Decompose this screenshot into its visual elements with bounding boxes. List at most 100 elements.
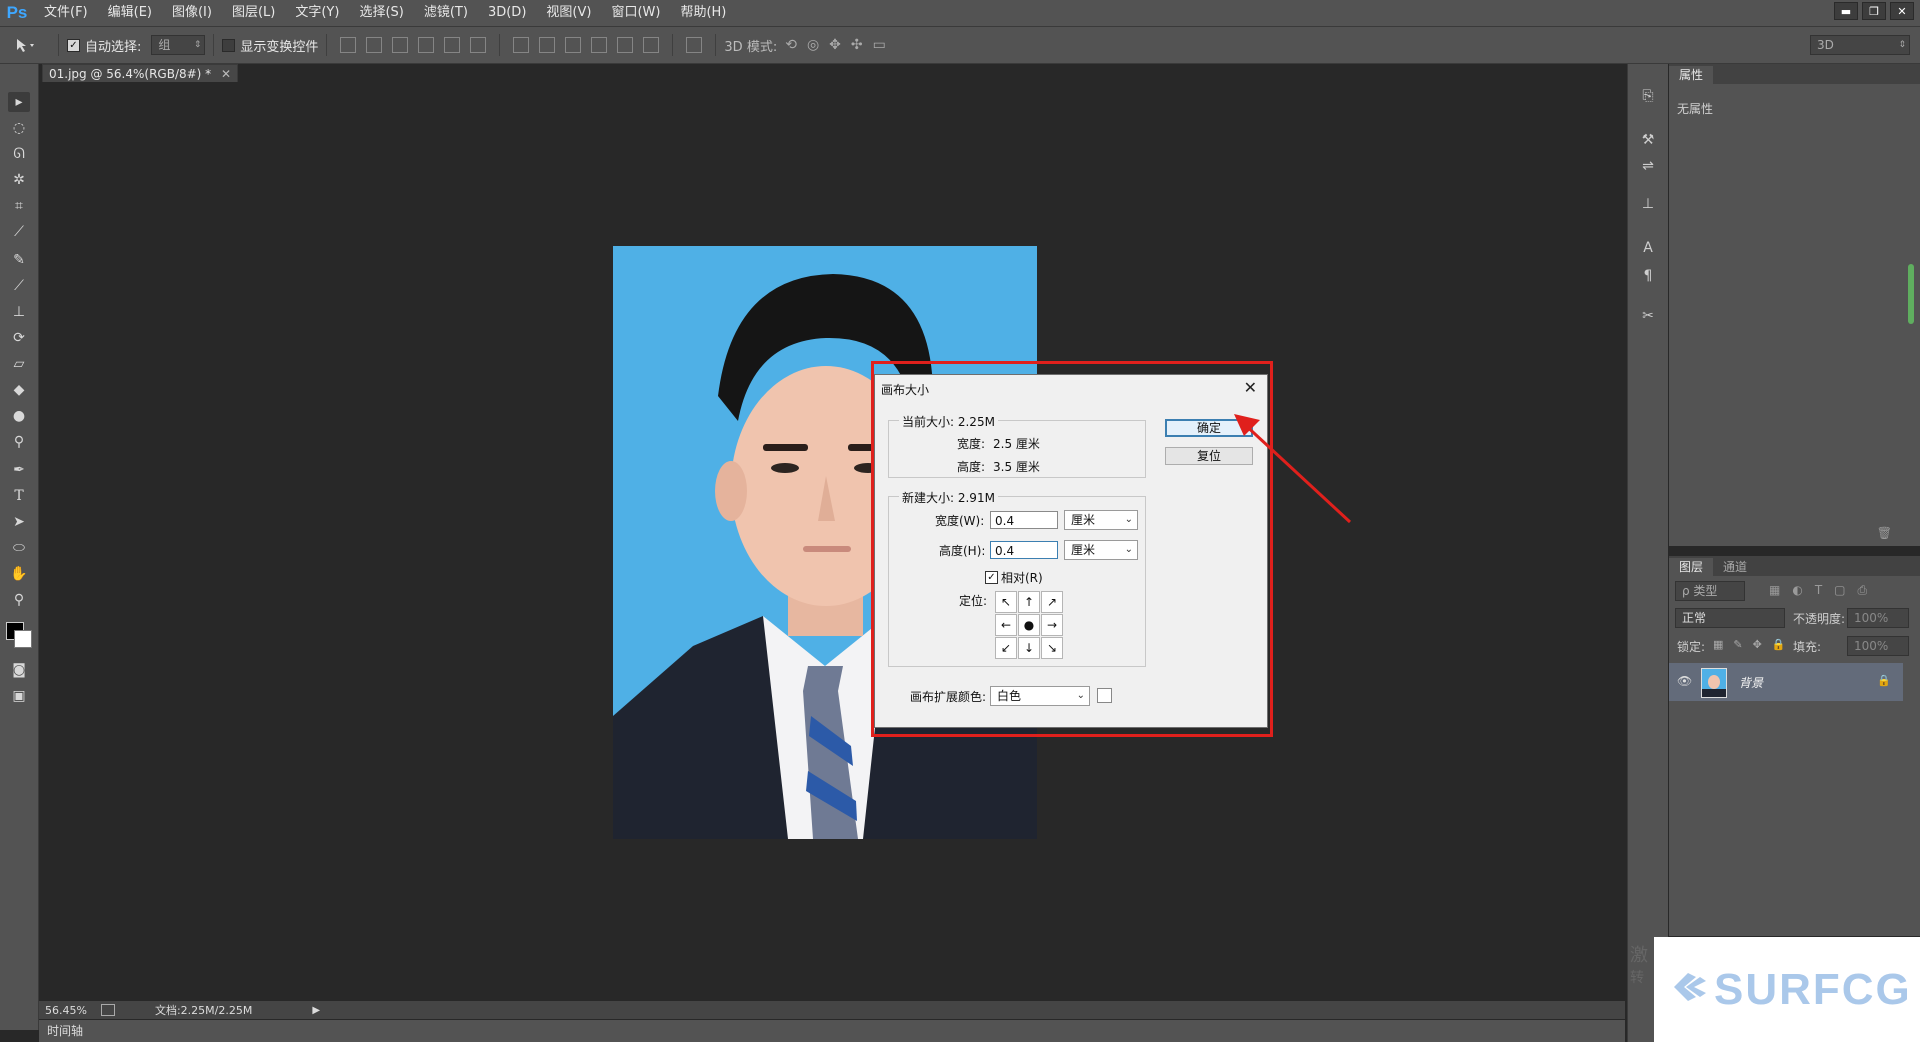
menu-filter[interactable]: 滤镜(T) (414, 0, 478, 26)
anchor-bottom[interactable]: ↓ (1018, 637, 1040, 659)
blur-tool-icon[interactable]: ● (8, 406, 30, 426)
rotate-3d-icon[interactable]: ⟲ (785, 37, 797, 53)
path-selection-tool-icon[interactable]: ➤ (8, 512, 30, 532)
opacity-input[interactable]: 100% (1847, 608, 1909, 628)
tool-presets-icon[interactable]: ✂ (1638, 306, 1658, 326)
brush-presets-icon[interactable]: ⚒ (1638, 130, 1658, 150)
trash-icon[interactable]: 🗑 (1877, 526, 1892, 540)
ext-color-select[interactable]: 白色 ⌄ (990, 686, 1090, 706)
dodge-tool-icon[interactable]: ⚲ (8, 432, 30, 452)
status-info-icon[interactable] (100, 1004, 115, 1016)
fill-input[interactable]: 100% (1847, 636, 1909, 656)
healing-brush-tool-icon[interactable]: ✎ (8, 250, 30, 270)
scrollbar-indicator[interactable] (1908, 264, 1914, 324)
scale-3d-icon[interactable]: ▭ (873, 37, 886, 53)
menu-help[interactable]: 帮助(H) (670, 0, 736, 26)
paragraph-icon[interactable]: ¶ (1638, 266, 1658, 286)
move-tool-preset[interactable] (0, 37, 50, 53)
lock-pixels-icon[interactable]: ✎ (1733, 638, 1742, 651)
lock-transparency-icon[interactable]: ▦ (1713, 638, 1723, 651)
anchor-top-left[interactable]: ↖ (995, 591, 1017, 613)
zoom-level[interactable]: 56.45% (45, 1004, 87, 1017)
distribute-vcenter-icon[interactable] (539, 37, 556, 53)
eyedropper-tool-icon[interactable]: ⟋ (8, 222, 30, 242)
pen-tool-icon[interactable]: ✒ (8, 460, 30, 480)
align-top-icon[interactable] (340, 37, 357, 53)
menu-file[interactable]: 文件(F) (34, 0, 98, 26)
align-left-icon[interactable] (418, 37, 435, 53)
background-color-swatch[interactable] (14, 630, 32, 648)
lock-all-icon[interactable]: 🔒 (1772, 638, 1786, 651)
distribute-left-icon[interactable] (591, 37, 608, 53)
height-unit-select[interactable]: 厘米 ⌄ (1064, 540, 1138, 560)
menu-image[interactable]: 图像(I) (162, 0, 222, 26)
layer-row-background[interactable]: 👁 背景 🔒 (1669, 663, 1903, 701)
auto-align-icon[interactable] (686, 37, 703, 53)
width-input[interactable]: 0.4 (990, 511, 1058, 529)
move-tool-icon[interactable]: ▸ (8, 92, 30, 112)
auto-select-checkbox[interactable]: ✓ (67, 38, 80, 52)
anchor-top[interactable]: ↑ (1018, 591, 1040, 613)
menu-window[interactable]: 窗口(W) (601, 0, 670, 26)
anchor-bottom-left[interactable]: ↙ (995, 637, 1017, 659)
drag-3d-icon[interactable]: ✥ (829, 37, 841, 53)
distribute-bottom-icon[interactable] (565, 37, 582, 53)
document-tab[interactable]: 01.jpg @ 56.4%(RGB/8#) * ✕ (42, 64, 239, 84)
filter-smart-icon[interactable]: ⎙ (1858, 583, 1868, 598)
menu-3d[interactable]: 3D(D) (478, 0, 536, 26)
lasso-tool-icon[interactable]: ᘏ (8, 144, 30, 164)
tab-layers[interactable]: 图层 (1669, 558, 1714, 576)
anchor-center[interactable]: ● (1018, 614, 1040, 636)
history-brush-tool-icon[interactable]: ⟳ (8, 328, 30, 348)
auto-select-dropdown[interactable]: 组 ⇕ (151, 35, 206, 55)
lock-position-icon[interactable]: ✥ (1753, 638, 1762, 651)
eraser-tool-icon[interactable]: ▱ (8, 354, 30, 374)
paint-bucket-tool-icon[interactable]: ◆ (8, 380, 30, 400)
screen-mode-icon[interactable]: ▣ (8, 686, 30, 706)
relative-checkbox[interactable]: ✓ (985, 571, 998, 584)
distribute-top-icon[interactable] (513, 37, 530, 53)
marquee-tool-icon[interactable]: ◌ (8, 118, 30, 138)
filter-pixel-icon[interactable]: ▦ (1769, 583, 1780, 598)
roll-3d-icon[interactable]: ◎ (807, 37, 819, 53)
ellipse-tool-icon[interactable]: ⬭ (8, 538, 30, 558)
dialog-close-button[interactable]: ✕ (1244, 378, 1257, 397)
align-vcenter-icon[interactable] (366, 37, 383, 53)
minimize-button[interactable]: ▬ (1834, 2, 1858, 20)
crop-tool-icon[interactable]: ⌗ (8, 196, 30, 216)
magic-wand-tool-icon[interactable]: ✲ (8, 170, 30, 190)
stamp-tool-icon[interactable]: ⊥ (8, 302, 30, 322)
quick-mask-icon[interactable]: ◙ (8, 660, 30, 680)
menu-type[interactable]: 文字(Y) (285, 0, 349, 26)
zoom-tool-icon[interactable]: ⚲ (8, 590, 30, 610)
menu-edit[interactable]: 编辑(E) (98, 0, 162, 26)
relative-checkbox-row[interactable]: ✓ 相对(R) (985, 569, 1043, 586)
status-menu-arrow-icon[interactable]: ▶ (312, 1005, 320, 1016)
anchor-bottom-right[interactable]: ↘ (1041, 637, 1063, 659)
ext-color-swatch[interactable] (1097, 688, 1112, 703)
anchor-top-right[interactable]: ↗ (1041, 591, 1063, 613)
filter-shape-icon[interactable]: ▢ (1834, 583, 1845, 598)
brush-tool-icon[interactable]: ⟋ (8, 276, 30, 296)
align-bottom-icon[interactable] (392, 37, 409, 53)
tab-channels[interactable]: 通道 (1713, 558, 1757, 576)
character-icon[interactable]: A (1638, 238, 1658, 258)
filter-adjustment-icon[interactable]: ◐ (1792, 583, 1802, 598)
restore-button[interactable]: ❐ (1862, 2, 1886, 20)
height-input[interactable]: 0.4 (990, 541, 1058, 559)
anchor-right[interactable]: → (1041, 614, 1063, 636)
distribute-hcenter-icon[interactable] (617, 37, 634, 53)
menu-layer[interactable]: 图层(L) (222, 0, 285, 26)
anchor-left[interactable]: ← (995, 614, 1017, 636)
workspace-dropdown[interactable]: 3D ⇕ (1810, 35, 1910, 55)
menu-view[interactable]: 视图(V) (536, 0, 601, 26)
show-transform-checkbox[interactable] (222, 38, 236, 52)
layer-filter-select[interactable]: ρ 类型 (1675, 581, 1745, 601)
eye-icon[interactable]: 👁 (1677, 674, 1692, 688)
tab-properties[interactable]: 属性 (1669, 66, 1714, 84)
slide-3d-icon[interactable]: ✣ (851, 37, 863, 53)
distribute-right-icon[interactable] (643, 37, 660, 53)
hand-tool-icon[interactable]: ✋ (8, 564, 30, 584)
adjustments-icon[interactable]: ⇌ (1638, 156, 1658, 176)
align-right-icon[interactable] (470, 37, 487, 53)
